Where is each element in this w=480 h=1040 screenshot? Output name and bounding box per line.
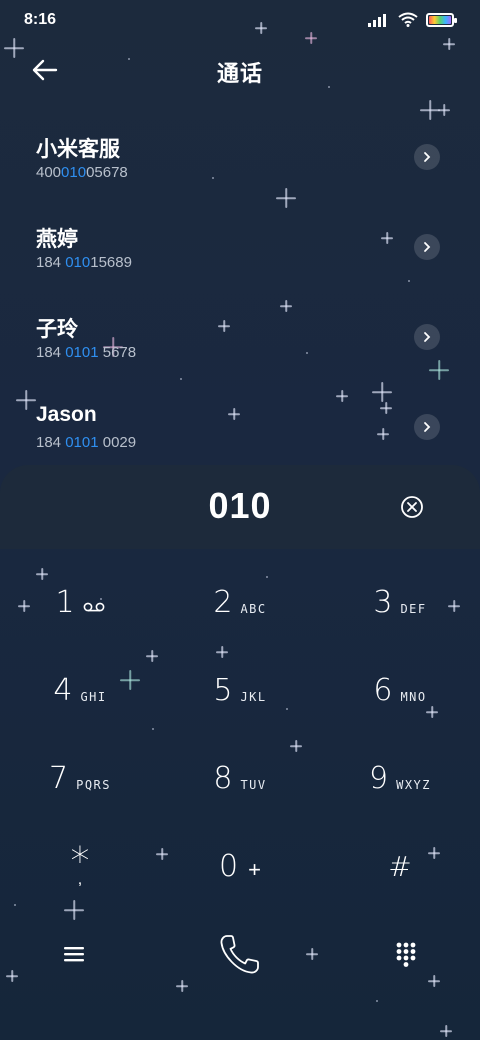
number-match-highlight: 0101	[65, 434, 99, 451]
page-header: 通话	[0, 50, 480, 90]
chevron-right-icon	[424, 332, 431, 342]
dialpad-icon	[396, 942, 416, 967]
contact-name: 小米客服	[36, 138, 120, 161]
number-part: 15689	[90, 254, 132, 271]
status-bar: 8:16	[0, 0, 480, 40]
number-match-highlight: 0101	[65, 344, 99, 361]
number-part: 0029	[98, 434, 137, 451]
key-letters: PQRS	[76, 778, 111, 792]
key-hash[interactable]: #	[320, 822, 480, 910]
key-0[interactable]: 0 +	[160, 822, 320, 910]
contact-number: 184 0101 0029	[36, 434, 136, 451]
contact-number: 184 01015689	[36, 254, 132, 271]
menu-button[interactable]	[50, 930, 98, 978]
contact-detail-button[interactable]	[414, 234, 440, 260]
phone-call-icon	[220, 935, 259, 974]
contact-number: 40001005678	[36, 164, 128, 181]
key-digit: 9	[369, 760, 389, 796]
contact-name: 燕婷	[36, 228, 78, 251]
battery-icon	[426, 12, 457, 27]
dialer-bottom-bar	[0, 920, 480, 990]
key-digit: 1	[55, 584, 75, 620]
number-part: 5678	[98, 344, 137, 361]
signal-icon	[368, 13, 386, 27]
key-letters: TUV	[240, 778, 267, 792]
key-letters: JKL	[240, 690, 267, 704]
key-digit: 2	[213, 584, 233, 620]
call-button[interactable]	[216, 930, 264, 978]
contact-detail-button[interactable]	[414, 414, 440, 440]
chevron-right-icon	[424, 152, 431, 162]
key-letters: GHI	[80, 690, 107, 704]
key-digit: 7	[49, 760, 69, 796]
contact-row[interactable]: Jason 184 0101 0029	[0, 386, 480, 476]
key-letters: ABC	[240, 602, 267, 616]
number-part: 400	[36, 164, 62, 181]
contact-row[interactable]: 燕婷 184 01015689	[0, 206, 480, 296]
key-8[interactable]: 8 TUV	[160, 734, 320, 822]
key-digit: 3	[373, 584, 393, 620]
number-part: 184	[36, 254, 66, 271]
key-letters: WXYZ	[396, 778, 431, 792]
key-9[interactable]: 9 WXYZ	[320, 734, 480, 822]
key-star[interactable]: * ,	[0, 822, 160, 910]
number-match-highlight: 010	[65, 254, 91, 271]
contact-number: 184 0101 5678	[36, 344, 136, 361]
key-4[interactable]: 4 GHI	[0, 646, 160, 734]
wifi-icon	[398, 12, 418, 27]
key-digit: #	[388, 849, 412, 883]
key-letters: ,	[77, 871, 83, 888]
battery-level	[429, 15, 451, 24]
key-2[interactable]: 2 ABC	[160, 558, 320, 646]
menu-icon	[64, 947, 84, 962]
contact-row[interactable]: 子玲 184 0101 5678	[0, 296, 480, 386]
key-letters: DEF	[400, 602, 427, 616]
number-part: 05678	[86, 164, 128, 181]
status-time: 8:16	[24, 11, 57, 28]
star-dot	[376, 1000, 378, 1002]
key-3[interactable]: 3 DEF	[320, 558, 480, 646]
key-digit: 6	[373, 672, 393, 708]
chevron-right-icon	[424, 242, 431, 252]
contact-name: 子玲	[36, 318, 78, 341]
key-5[interactable]: 5 JKL	[160, 646, 320, 734]
number-match-highlight: 010	[61, 164, 87, 181]
key-digit: 4	[53, 672, 73, 708]
key-letters: +	[248, 857, 261, 882]
contact-name: Jason	[36, 403, 97, 426]
voicemail-icon	[83, 602, 104, 612]
status-icons	[368, 12, 457, 27]
star-decoration	[440, 1025, 452, 1037]
number-part: 184	[36, 344, 66, 361]
star-decoration	[438, 104, 450, 116]
clear-circle-icon[interactable]	[400, 495, 424, 519]
key-letters: MNO	[400, 690, 427, 704]
key-1[interactable]: 1	[0, 558, 160, 646]
key-6[interactable]: 6 MNO	[320, 646, 480, 734]
key-7[interactable]: 7 PQRS	[0, 734, 160, 822]
key-digit: 8	[213, 760, 233, 796]
key-digit: 0	[219, 848, 239, 884]
page-title: 通话	[216, 61, 263, 86]
number-part: 184	[36, 434, 66, 451]
contact-row[interactable]: 小米客服 40001005678	[0, 116, 480, 206]
chevron-right-icon	[424, 422, 431, 432]
dialpad-toggle-button[interactable]	[382, 930, 430, 978]
contact-detail-button[interactable]	[414, 324, 440, 350]
contact-detail-button[interactable]	[414, 144, 440, 170]
key-digit: 5	[213, 672, 233, 708]
dial-input-panel: 010	[0, 465, 480, 549]
